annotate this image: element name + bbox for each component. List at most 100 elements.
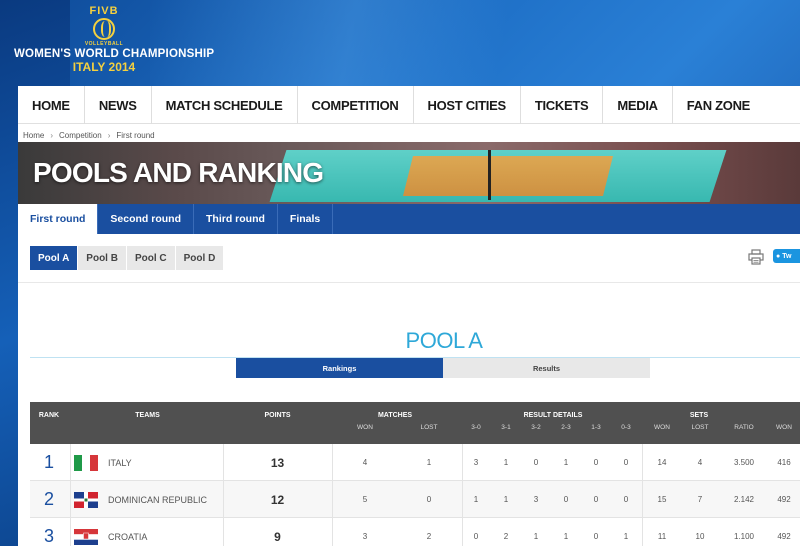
r32-cell: 0 <box>533 458 539 467</box>
nav-host-cities[interactable]: HOST CITIES <box>414 86 521 124</box>
nav-tickets[interactable]: TICKETS <box>521 86 604 124</box>
header-rank: RANK <box>38 412 60 419</box>
r30-cell: 3 <box>473 458 479 467</box>
tab-pool-b[interactable]: Pool B <box>78 246 126 270</box>
volleyball-icon <box>93 18 115 40</box>
header-0-3: 0-3 <box>621 424 631 431</box>
header-3-0: 3-0 <box>471 424 481 431</box>
column-separator <box>462 481 463 518</box>
tweet-button[interactable]: ● Tw <box>773 249 800 263</box>
round-tabs: First round Second round Third round Fin… <box>18 204 800 234</box>
points-cell: 9 <box>274 529 281 544</box>
pts-won-cell: 492 <box>777 495 791 504</box>
sets-won-cell: 11 <box>657 532 667 541</box>
main-container: HOME NEWS MATCH SCHEDULE COMPETITION HOS… <box>18 86 800 546</box>
breadcrumb-competition[interactable]: Competition <box>59 131 102 140</box>
column-separator <box>642 518 643 546</box>
tab-third-round[interactable]: Third round <box>194 204 278 234</box>
flag <box>74 454 98 471</box>
r03-cell: 0 <box>623 458 629 467</box>
team-name: CROATIA <box>108 531 148 542</box>
pool-tabs: Pool A Pool B Pool C Pool D <box>30 246 224 270</box>
column-separator <box>332 444 333 481</box>
banner-court-center <box>403 156 613 196</box>
column-separator <box>223 518 224 546</box>
header-sets-lost: LOST <box>691 424 709 431</box>
ratio-cell: 3.500 <box>733 458 755 467</box>
r31-cell: 1 <box>503 458 509 467</box>
nav-media[interactable]: MEDIA <box>603 86 673 124</box>
nav-match-schedule[interactable]: MATCH SCHEDULE <box>152 86 298 124</box>
team-name: DOMINICAN REPUBLIC <box>108 494 208 505</box>
won-cell: 4 <box>362 458 368 467</box>
r32-cell: 1 <box>533 532 539 541</box>
r13-cell: 0 <box>593 458 599 467</box>
sets-lost-cell: 7 <box>697 495 703 504</box>
print-icon[interactable] <box>748 249 764 265</box>
won-cell: 3 <box>362 532 368 541</box>
dominican-republic-flag-icon <box>74 491 98 508</box>
table-row[interactable]: 2 DOMINICAN REPUBLIC 12 5 0 1 1 3 0 0 0 15 7 2.142 492 <box>30 481 800 518</box>
column-separator <box>332 481 333 518</box>
tab-pool-d[interactable]: Pool D <box>175 246 224 270</box>
column-separator <box>223 481 224 518</box>
table-body: 1 ITALY 13 4 1 3 1 0 1 0 0 14 4 3.500 416 2 DOMINICAN RE… <box>30 444 800 546</box>
column-separator <box>462 444 463 481</box>
header-points-won: WON <box>776 424 792 431</box>
header-3-1: 3-1 <box>501 424 511 431</box>
header-3-2: 3-2 <box>531 424 541 431</box>
r30-cell: 1 <box>473 495 479 504</box>
r23-cell: 1 <box>563 458 569 467</box>
points-cell: 13 <box>270 455 285 470</box>
r30-cell: 0 <box>473 532 479 541</box>
logo-small-text: VOLLEYBALL <box>84 41 124 47</box>
rankings-results-tabs: Rankings Results <box>236 358 650 378</box>
tab-results[interactable]: Results <box>443 358 650 378</box>
table-row[interactable]: 3 CROATIA 9 3 2 0 2 1 1 0 1 11 10 1.100 492 <box>30 518 800 546</box>
divider <box>18 282 800 283</box>
tweet-label: Tw <box>782 252 792 260</box>
header-sets-won: WON <box>654 424 670 431</box>
table-header: RANK TEAMS POINTS MATCHES WON LOST RESUL… <box>30 402 800 444</box>
tab-first-round[interactable]: First round <box>18 204 99 234</box>
team-cell[interactable]: DOMINICAN REPUBLIC <box>74 481 234 518</box>
points-cell: 12 <box>270 492 285 507</box>
header-1-3: 1-3 <box>591 424 601 431</box>
rank-cell: 1 <box>43 452 54 472</box>
won-cell: 5 <box>362 495 368 504</box>
sets-won-cell: 15 <box>657 495 667 504</box>
pts-won-cell: 416 <box>777 458 791 467</box>
tab-second-round[interactable]: Second round <box>98 204 195 234</box>
banner-net <box>488 150 491 200</box>
r13-cell: 0 <box>593 532 599 541</box>
nav-news[interactable]: NEWS <box>85 86 152 124</box>
breadcrumb-home[interactable]: Home <box>23 131 44 140</box>
ranking-table: RANK TEAMS POINTS MATCHES WON LOST RESUL… <box>30 402 800 546</box>
nav-fan-zone[interactable]: FAN ZONE <box>673 86 764 124</box>
championship-logo[interactable]: FIVB VOLLEYBALL WOMEN'S WORLD CHAMPIONSH… <box>14 5 214 83</box>
breadcrumb-first-round: First round <box>116 130 155 140</box>
header-points: POINTS <box>264 412 291 419</box>
r23-cell: 1 <box>563 532 569 541</box>
twitter-icon: ● <box>776 252 781 260</box>
r32-cell: 3 <box>533 495 539 504</box>
table-row[interactable]: 1 ITALY 13 4 1 3 1 0 1 0 0 14 4 3.500 416 <box>30 444 800 481</box>
team-cell[interactable]: ITALY <box>74 444 234 481</box>
r31-cell: 2 <box>503 532 509 541</box>
chevron-right-icon: › <box>50 130 54 140</box>
tab-pool-a[interactable]: Pool A <box>30 246 78 270</box>
r13-cell: 0 <box>593 495 599 504</box>
header-matches: MATCHES <box>377 412 413 419</box>
team-cell[interactable]: CROATIA <box>74 518 234 546</box>
tab-rankings[interactable]: Rankings <box>236 358 443 378</box>
sets-won-cell: 14 <box>657 458 667 467</box>
header-ratio: RATIO <box>734 424 754 431</box>
nav-home[interactable]: HOME <box>18 86 85 124</box>
header-matches-lost: LOST <box>420 424 438 431</box>
croatia-flag-icon <box>74 528 98 545</box>
tab-finals[interactable]: Finals <box>278 204 334 234</box>
page-banner: POOLS AND RANKING <box>18 142 800 204</box>
tab-pool-c[interactable]: Pool C <box>126 246 175 270</box>
sets-lost-cell: 10 <box>695 532 705 541</box>
nav-competition[interactable]: COMPETITION <box>298 86 414 124</box>
